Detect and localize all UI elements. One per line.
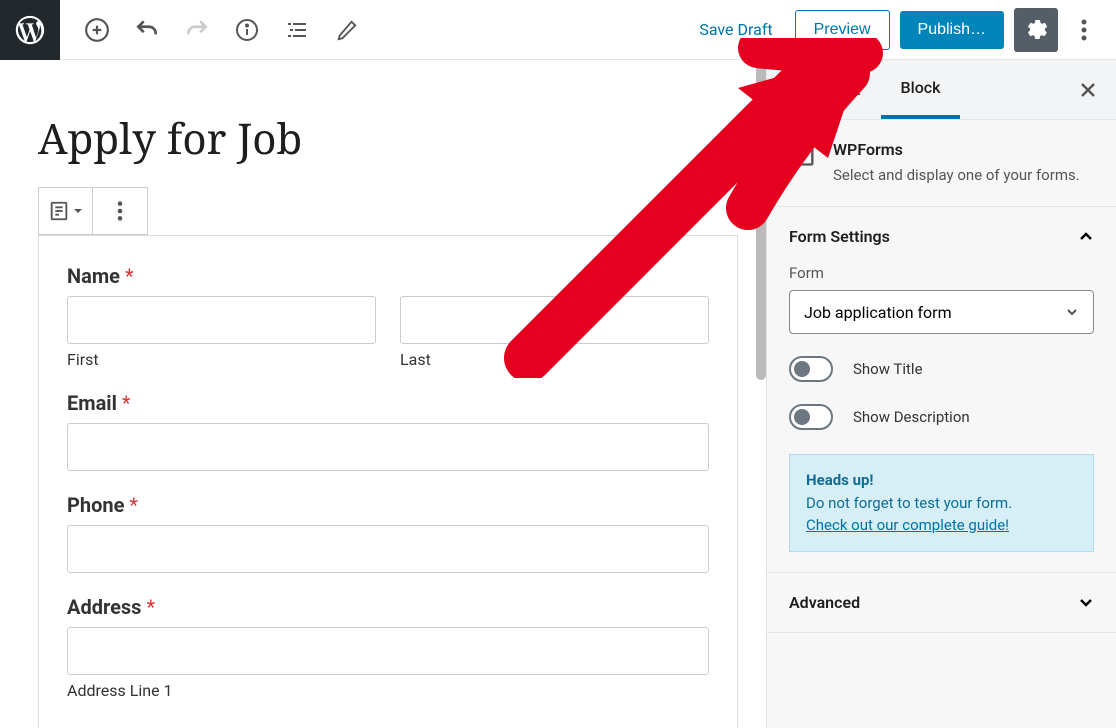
show-description-toggle[interactable] xyxy=(789,404,833,430)
plus-circle-icon xyxy=(84,17,110,43)
chevron-up-icon xyxy=(1078,229,1094,245)
save-draft-button[interactable]: Save Draft xyxy=(687,12,784,47)
add-block-button[interactable] xyxy=(76,9,118,51)
wpforms-icon xyxy=(789,140,819,170)
undo-button[interactable] xyxy=(126,9,168,51)
chevron-down-icon xyxy=(1078,594,1094,610)
show-description-label: Show Description xyxy=(853,408,970,426)
name-label: Name * xyxy=(67,264,709,288)
guide-link[interactable]: Check out our complete guide! xyxy=(806,516,1009,534)
page-title[interactable]: Apply for Job xyxy=(38,110,728,167)
email-input[interactable] xyxy=(67,423,709,471)
first-name-input[interactable] xyxy=(67,296,376,344)
chevron-down-icon xyxy=(73,206,83,216)
email-field-group: Email * xyxy=(67,391,709,471)
tab-document[interactable]: Document xyxy=(767,62,881,117)
close-icon xyxy=(1079,81,1097,99)
address-label: Address * xyxy=(67,595,709,619)
block-description: Select and display one of your forms. xyxy=(833,165,1080,186)
first-sublabel: First xyxy=(67,350,376,369)
advanced-panel: Advanced xyxy=(767,573,1116,633)
undo-icon xyxy=(134,17,160,43)
form-settings-header[interactable]: Form Settings xyxy=(789,227,1094,246)
more-options-button[interactable] xyxy=(1068,8,1100,52)
form-select-label: Form xyxy=(789,264,1094,282)
preview-button[interactable]: Preview xyxy=(795,10,890,50)
address-line1-sublabel: Address Line 1 xyxy=(67,681,709,700)
address-field-group: Address * Address Line 1 xyxy=(67,595,709,700)
settings-sidebar: Document Block WPForms Select and displa… xyxy=(766,60,1116,728)
close-sidebar-button[interactable] xyxy=(1068,70,1108,110)
form-settings-panel: Form Settings Form Job application form … xyxy=(767,207,1116,573)
info-icon xyxy=(235,18,259,42)
gear-icon xyxy=(1024,18,1048,42)
tab-block[interactable]: Block xyxy=(881,60,961,119)
scrollbar-thumb[interactable] xyxy=(756,60,766,380)
phone-label: Phone * xyxy=(67,493,709,517)
block-more-button[interactable] xyxy=(93,188,147,234)
form-select[interactable]: Job application form xyxy=(789,290,1094,334)
kebab-icon xyxy=(117,200,123,222)
advanced-header[interactable]: Advanced xyxy=(789,593,1094,612)
show-title-label: Show Title xyxy=(853,360,923,378)
block-info-panel: WPForms Select and display one of your f… xyxy=(767,120,1116,207)
form-preview: Name * First Last Email * Phone * xyxy=(38,235,738,728)
show-title-toggle-row: Show Title xyxy=(789,356,1094,382)
last-sublabel: Last xyxy=(400,350,709,369)
settings-button[interactable] xyxy=(1014,8,1058,52)
show-description-toggle-row: Show Description xyxy=(789,404,1094,430)
info-button[interactable] xyxy=(226,9,268,51)
address-line1-input[interactable] xyxy=(67,627,709,675)
block-type-button[interactable] xyxy=(39,188,93,234)
sidebar-tabs: Document Block xyxy=(767,60,1116,120)
outline-icon xyxy=(285,18,309,42)
phone-input[interactable] xyxy=(67,525,709,573)
main-layout: Apply for Job Name * First xyxy=(0,60,1116,728)
heads-up-notice: Heads up! Do not forget to test your for… xyxy=(789,454,1094,552)
last-name-input[interactable] xyxy=(400,296,709,344)
email-label: Email * xyxy=(67,391,709,415)
publish-button[interactable]: Publish… xyxy=(900,11,1004,49)
block-name: WPForms xyxy=(833,140,1080,159)
toolbar-left xyxy=(60,9,368,51)
toolbar-right: Save Draft Preview Publish… xyxy=(687,8,1116,52)
form-icon xyxy=(48,200,70,222)
wp-logo[interactable] xyxy=(0,0,60,60)
redo-icon xyxy=(184,17,210,43)
top-toolbar: Save Draft Preview Publish… xyxy=(0,0,1116,60)
chevron-down-icon xyxy=(1065,305,1079,319)
phone-field-group: Phone * xyxy=(67,493,709,573)
show-title-toggle[interactable] xyxy=(789,356,833,382)
outline-button[interactable] xyxy=(276,9,318,51)
pencil-icon xyxy=(336,19,358,41)
block-toolbar xyxy=(38,187,148,235)
edit-button[interactable] xyxy=(326,9,368,51)
name-field-group: Name * First Last xyxy=(67,264,709,369)
kebab-icon xyxy=(1081,18,1087,42)
wordpress-icon xyxy=(13,13,47,47)
redo-button[interactable] xyxy=(176,9,218,51)
editor-area: Apply for Job Name * First xyxy=(0,60,766,728)
